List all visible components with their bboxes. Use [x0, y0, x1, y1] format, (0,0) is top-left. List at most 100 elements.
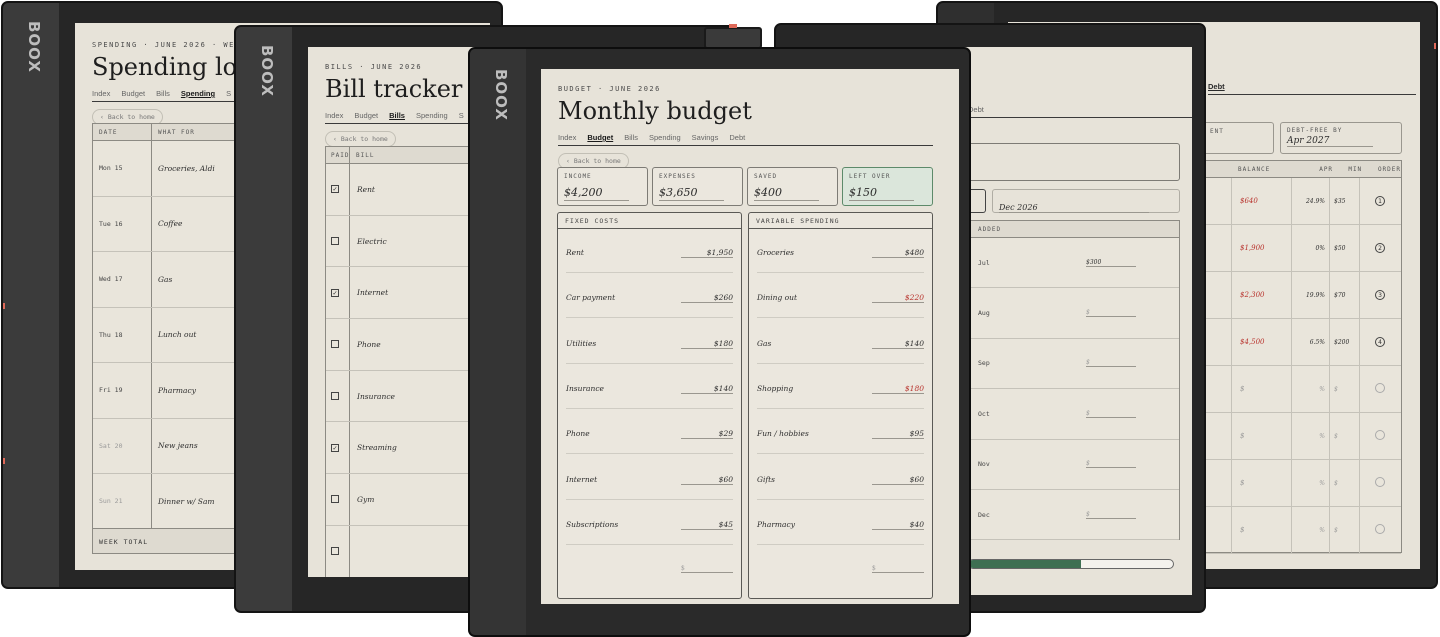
budget-line[interactable]: Phone $29 [566, 429, 733, 455]
budget-line-amount[interactable]: $95 [872, 429, 924, 440]
paid-checkbox[interactable] [331, 392, 339, 401]
paid-checkbox[interactable] [331, 340, 339, 349]
budget-line[interactable]: Pharmacy $40 [757, 520, 924, 545]
savings-target-date[interactable]: Dec 2026 [999, 203, 1149, 213]
row-balance[interactable]: $ [1232, 413, 1292, 459]
budget-line-amount[interactable]: $180 [872, 384, 924, 394]
budget-line-amount[interactable]: $ [681, 565, 733, 574]
summary-value[interactable]: $400 [754, 186, 820, 201]
debt-free-by-value[interactable]: Apr 2027 [1287, 136, 1374, 147]
tab-bills[interactable]: Bills [389, 111, 405, 120]
order-badge[interactable] [1375, 477, 1385, 487]
row-min[interactable]: $200 [1330, 319, 1360, 365]
summary-value[interactable]: $150 [849, 186, 915, 201]
paid-checkbox[interactable]: ✓ [331, 288, 339, 297]
budget-line-amount[interactable]: $220 [872, 293, 924, 304]
row-min[interactable]: $ [1330, 460, 1360, 506]
tab-savings[interactable]: Savings [692, 133, 719, 142]
row-apr[interactable]: % [1292, 413, 1330, 459]
budget-line[interactable]: Dining out $220 [757, 293, 924, 319]
row-balance[interactable]: $1,900 [1232, 225, 1292, 271]
row-what-for[interactable]: Pharmacy [152, 386, 196, 395]
budget-line[interactable]: Rent $1,950 [566, 248, 733, 273]
order-badge[interactable]: 3 [1375, 290, 1385, 300]
row-added[interactable]: $300 [1086, 259, 1136, 267]
budget-line[interactable]: Groceries $480 [757, 248, 924, 273]
nav-item-debt[interactable]: Debt [1208, 82, 1225, 91]
row-min[interactable]: $ [1330, 507, 1360, 553]
paid-checkbox[interactable]: ✓ [331, 185, 339, 194]
row-apr[interactable]: % [1292, 507, 1330, 553]
row-min[interactable]: $ [1330, 413, 1360, 459]
budget-line[interactable]: Gifts $60 [757, 475, 924, 500]
budget-line[interactable]: Utilities $180 [566, 339, 733, 364]
budget-line-amount[interactable]: $45 [681, 520, 733, 530]
tab-budget[interactable]: Budget [587, 133, 613, 142]
budget-line[interactable]: $ [566, 565, 733, 579]
budget-line-amount[interactable]: $60 [681, 475, 733, 485]
row-what-for[interactable]: Coffee [152, 219, 182, 228]
tab-index[interactable]: Index [92, 89, 110, 98]
row-what-for[interactable]: Gas [152, 275, 172, 284]
back-to-home-button[interactable]: ‹ Back to home [325, 131, 396, 147]
order-badge[interactable]: 4 [1375, 337, 1385, 347]
budget-line-amount[interactable]: $140 [681, 384, 733, 394]
row-balance[interactable]: $2,300 [1232, 272, 1292, 318]
summary-value[interactable]: $3,650 [659, 186, 725, 201]
budget-line[interactable]: Internet $60 [566, 475, 733, 500]
order-badge[interactable] [1375, 430, 1385, 440]
row-min[interactable]: $70 [1330, 272, 1360, 318]
tab-budget[interactable]: Budget [121, 89, 145, 98]
row-what-for[interactable]: Lunch out [152, 330, 196, 339]
row-bill[interactable]: Internet [350, 288, 388, 297]
tab-index[interactable]: Index [558, 133, 576, 142]
row-what-for[interactable]: Dinner w/ Sam [152, 497, 215, 506]
budget-line[interactable]: Fun / hobbies $95 [757, 429, 924, 455]
budget-line-amount[interactable]: $140 [872, 339, 924, 349]
row-apr[interactable]: 0% [1292, 225, 1330, 271]
budget-line-amount[interactable]: $480 [872, 248, 924, 258]
row-what-for[interactable]: New jeans [152, 441, 198, 450]
row-apr[interactable]: % [1292, 366, 1330, 412]
tab-index[interactable]: Index [325, 111, 343, 120]
row-apr[interactable]: 24.9% [1292, 178, 1330, 224]
tab-budget[interactable]: Budget [354, 111, 378, 120]
row-added[interactable]: $ [1086, 359, 1136, 368]
budget-line-amount[interactable]: $260 [681, 293, 733, 304]
row-added[interactable]: $ [1086, 460, 1136, 469]
row-added[interactable]: $ [1086, 410, 1136, 418]
order-badge[interactable]: 2 [1375, 243, 1385, 253]
row-apr[interactable]: 19.9% [1292, 272, 1330, 318]
row-balance[interactable]: $ [1232, 460, 1292, 506]
tab-spending[interactable]: Spending [649, 133, 681, 142]
budget-line[interactable]: Shopping $180 [757, 384, 924, 409]
budget-line-amount[interactable]: $60 [872, 475, 924, 485]
order-badge[interactable] [1375, 383, 1385, 393]
row-apr[interactable]: 6.5% [1292, 319, 1330, 365]
row-bill[interactable]: Electric [350, 237, 387, 246]
budget-line[interactable]: Insurance $140 [566, 384, 733, 409]
paid-checkbox[interactable] [331, 237, 339, 246]
row-min[interactable]: $ [1330, 366, 1360, 412]
row-added[interactable]: $ [1086, 511, 1136, 519]
budget-line-amount[interactable]: $29 [681, 429, 733, 440]
row-balance[interactable]: $ [1232, 366, 1292, 412]
row-bill[interactable]: Rent [350, 185, 375, 194]
row-bill[interactable]: Streaming [350, 443, 397, 452]
budget-line[interactable]: Car payment $260 [566, 293, 733, 319]
budget-line[interactable]: Gas $140 [757, 339, 924, 364]
row-added[interactable]: $ [1086, 309, 1136, 318]
summary-value[interactable]: $4,200 [564, 186, 630, 201]
budget-line-amount[interactable]: $40 [872, 520, 924, 530]
tab-spending[interactable]: Spending [181, 89, 215, 98]
row-bill[interactable]: Phone [350, 340, 381, 349]
budget-line[interactable]: Subscriptions $45 [566, 520, 733, 545]
tab-bills[interactable]: Bills [156, 89, 170, 98]
row-balance[interactable]: $4,500 [1232, 319, 1292, 365]
budget-line-amount[interactable]: $180 [681, 339, 733, 349]
paid-checkbox[interactable] [331, 547, 339, 556]
tab-spending[interactable]: Spending [416, 111, 448, 120]
paid-checkbox[interactable]: ✓ [331, 443, 339, 452]
budget-line-amount[interactable]: $1,950 [681, 248, 733, 258]
row-bill[interactable]: Insurance [350, 392, 395, 401]
